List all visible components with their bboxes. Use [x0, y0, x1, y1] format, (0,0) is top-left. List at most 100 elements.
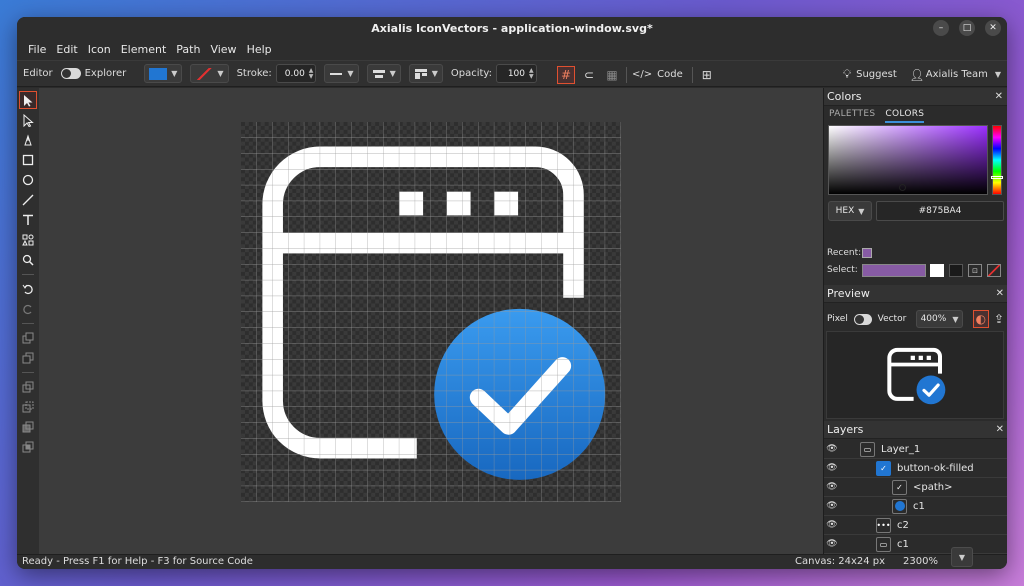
code-icon[interactable]: </> [632, 66, 652, 84]
menu-path[interactable]: Path [171, 43, 205, 56]
stroke-width-value: 0.00 [284, 68, 305, 79]
align-button[interactable]: ▼ [366, 64, 401, 83]
eyedropper-icon[interactable]: ⊡ [968, 264, 982, 277]
send-back-icon[interactable] [19, 349, 37, 367]
stroke-color-button[interactable]: ▼ [190, 64, 229, 83]
no-color-swatch[interactable] [987, 264, 1001, 277]
recent-color-swatch[interactable] [862, 248, 872, 258]
opacity-input[interactable]: 100 ▲ ▼ [496, 64, 537, 83]
color-format-select[interactable]: HEX ▼ [828, 201, 872, 221]
magnet-icon[interactable]: ⊂ [580, 66, 598, 84]
layer-row[interactable]: 👁︎ ▭ c1 [824, 535, 1007, 554]
spinner-arrows-icon[interactable]: ▲ ▼ [529, 67, 534, 80]
divider [22, 274, 34, 275]
eye-icon[interactable]: 👁︎ [824, 520, 840, 530]
menu-file[interactable]: File [23, 43, 51, 56]
line-tool-icon[interactable] [19, 191, 37, 209]
suggest-button[interactable]: 💡︎ Suggest [841, 66, 901, 84]
close-icon[interactable]: ✕ [995, 91, 1003, 102]
menu-view[interactable]: View [205, 43, 241, 56]
window-title: Axialis IconVectors - application-window… [371, 21, 653, 35]
rectangle-tool-icon[interactable] [19, 151, 37, 169]
pixel-grid-icon[interactable]: ▦ [603, 66, 621, 84]
chevron-down-icon: ▼ [431, 69, 438, 78]
eye-icon[interactable]: 👁︎ [824, 482, 840, 492]
intersect-icon[interactable] [19, 438, 37, 456]
contrast-icon[interactable]: ◐ [972, 310, 989, 328]
menu-icon[interactable]: Icon [83, 43, 116, 56]
grid-snap-icon[interactable]: # [557, 65, 575, 84]
undo-icon[interactable] [19, 280, 37, 298]
artboard[interactable] [241, 122, 621, 502]
picker-handle[interactable] [899, 184, 906, 191]
black-swatch[interactable] [949, 264, 963, 277]
canvas-size: Canvas: 24x24 px [795, 556, 886, 567]
hue-slider-handle[interactable] [991, 176, 1003, 179]
minimize-button[interactable]: – [933, 20, 949, 36]
tab-colors[interactable]: COLORS [885, 109, 925, 123]
color-picker-area[interactable] [828, 125, 988, 195]
layer-row[interactable]: 👁︎ ✓ button-ok-filled [824, 459, 1007, 478]
direct-select-tool-icon[interactable] [19, 111, 37, 129]
tab-palettes[interactable]: PALETTES [829, 109, 875, 123]
tool-palette [17, 88, 39, 554]
close-button[interactable]: ✕ [985, 20, 1001, 36]
close-icon[interactable]: ✕ [996, 288, 1004, 299]
redo-icon[interactable] [19, 300, 37, 318]
layer-row[interactable]: 👁︎ c1 [824, 497, 1007, 516]
zoom-level: 2300% [903, 556, 938, 567]
zoom-dropdown-button[interactable]: ▼ [951, 547, 973, 567]
colors-tabs: PALETTES COLORS [824, 106, 1007, 123]
pixel-vector-toggle[interactable] [853, 313, 872, 325]
preview-controls: Pixel Vector 400% ▼ ◐ ⇪ [827, 308, 1007, 330]
layer-label: c1 [913, 500, 925, 512]
ellipse-tool-icon[interactable] [19, 171, 37, 189]
preview-canvas [826, 331, 1004, 419]
zoom-tool-icon[interactable] [19, 251, 37, 269]
text-tool-icon[interactable] [19, 211, 37, 229]
preview-zoom-select[interactable]: 400% ▼ [916, 310, 963, 328]
toolbar: Editor Explorer ▼ ▼ Stroke: 0.00 ▲ ▼ ▼ ▼ … [17, 60, 1007, 87]
chevron-down-icon: ▼ [347, 69, 354, 78]
layer-label: button-ok-filled [897, 462, 974, 474]
current-color-swatch[interactable] [862, 264, 926, 277]
pen-tool-icon[interactable] [19, 131, 37, 149]
editor-explorer-toggle[interactable] [60, 68, 81, 79]
group-icon[interactable] [19, 378, 37, 396]
menu-edit[interactable]: Edit [51, 43, 82, 56]
stroke-width-input[interactable]: 0.00 ▲ ▼ [275, 64, 317, 83]
app-window: Axialis IconVectors - application-window… [17, 17, 1007, 569]
fill-color-button[interactable]: ▼ [144, 64, 183, 83]
layer-icon: ▭ [860, 441, 875, 457]
eye-icon[interactable]: 👁︎ [824, 444, 840, 454]
eye-icon[interactable]: 👁︎ [824, 463, 840, 473]
hue-slider[interactable] [992, 125, 1002, 195]
menu-help[interactable]: Help [242, 43, 277, 56]
close-icon[interactable]: ✕ [996, 424, 1004, 435]
bring-front-icon[interactable] [19, 329, 37, 347]
canvas-area[interactable] [39, 88, 823, 554]
layer-row[interactable]: 👁︎ ••• c2 [824, 516, 1007, 535]
hex-input[interactable]: #875BA4 [876, 201, 1004, 221]
layout-icon[interactable]: ⊞ [698, 66, 716, 84]
shapes-tool-icon[interactable] [19, 231, 37, 249]
spinner-arrows-icon[interactable]: ▲ ▼ [309, 67, 314, 80]
code-label[interactable]: Code [657, 69, 683, 80]
ungroup-icon[interactable] [19, 398, 37, 416]
export-icon[interactable]: ⇪ [991, 310, 1007, 328]
account-button[interactable]: 👤︎ Axialis Team ▼ [909, 66, 1001, 84]
icon-artwork[interactable] [241, 122, 621, 502]
combine-icon[interactable] [19, 418, 37, 436]
layer-row[interactable]: 👁︎ ✓ <path> [824, 478, 1007, 497]
layer-row[interactable]: 👁︎ ▭ Layer_1 [824, 440, 1007, 459]
maximize-button[interactable]: □ [959, 20, 975, 36]
arrange-button[interactable]: ▼ [408, 64, 443, 83]
eye-icon[interactable]: 👁︎ [824, 539, 840, 549]
white-swatch[interactable] [930, 264, 944, 277]
menu-element[interactable]: Element [116, 43, 172, 56]
chevron-down-icon: ▼ [994, 70, 1001, 79]
hex-value: #875BA4 [918, 206, 962, 216]
line-cap-button[interactable]: ▼ [324, 64, 359, 83]
select-tool-icon[interactable] [19, 91, 37, 109]
eye-icon[interactable]: 👁︎ [824, 501, 840, 511]
